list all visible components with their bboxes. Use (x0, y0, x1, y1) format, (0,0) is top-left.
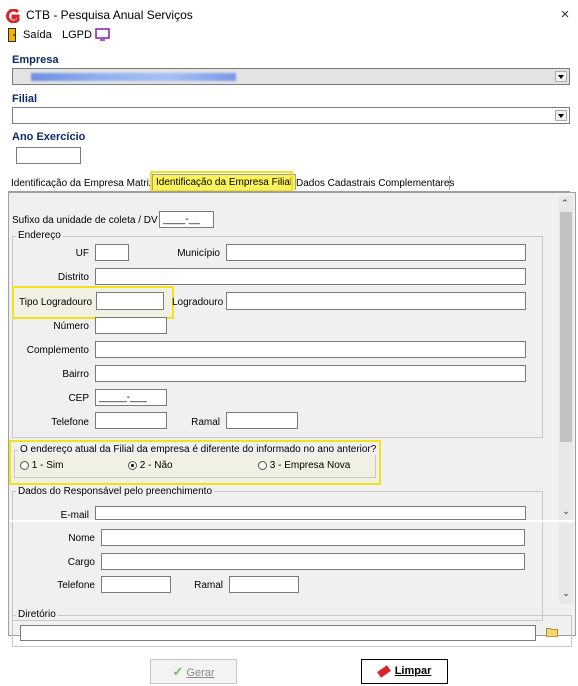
empresa-blurred-value (31, 73, 236, 81)
tab-divider (449, 176, 450, 190)
checkmark-icon: ✓ (172, 664, 184, 679)
sufixo-label: Sufixo da unidade de coleta / DV (12, 215, 158, 226)
numero-input[interactable] (95, 317, 167, 334)
folder-icon[interactable] (546, 627, 558, 637)
logradouro-label: Logradouro (172, 297, 224, 308)
eraser-icon (376, 664, 391, 678)
monitor-icon[interactable] (95, 28, 110, 41)
gerar-label: Gerar (186, 667, 215, 679)
nome-label: Nome (68, 533, 95, 544)
tab-dados-complementares[interactable]: Dados Cadastrais Complementares (296, 178, 454, 189)
filial-label: Filial (12, 93, 38, 105)
scroll-up-icon[interactable]: ⌃ (561, 198, 569, 209)
radio-selected-icon[interactable] (128, 460, 137, 470)
diretorio-label: Diretório (16, 609, 58, 620)
uf-label: UF (75, 248, 89, 259)
app-logo-icon (6, 9, 20, 23)
ramal-resp-label: Ramal (194, 580, 223, 591)
scroll-seam (9, 520, 575, 522)
bairro-input[interactable] (95, 365, 526, 382)
option-2-nao[interactable]: 2 - Não (128, 460, 173, 471)
distrito-label: Distrito (57, 272, 89, 283)
close-button[interactable]: × (555, 5, 575, 25)
radio-icon[interactable] (258, 460, 267, 470)
option-3-label: 3 - Empresa Nova (269, 460, 351, 471)
nome-input[interactable] (101, 529, 525, 546)
uf-input[interactable] (95, 244, 129, 261)
ano-exercicio-label: Ano Exercício (12, 131, 86, 143)
ramal-input[interactable] (226, 412, 298, 429)
exit-door-icon[interactable] (7, 28, 19, 42)
cep-label: CEP (68, 393, 89, 404)
cep-input[interactable]: _____-___ (95, 389, 167, 406)
cargo-label: Cargo (67, 557, 95, 568)
filial-select[interactable] (12, 107, 570, 124)
sufixo-input[interactable]: ____-__ (159, 211, 214, 228)
option-2-label: 2 - Não (139, 460, 173, 471)
logradouro-input[interactable] (226, 292, 526, 310)
bairro-label: Bairro (62, 369, 89, 380)
scrollbar-thumb[interactable] (560, 212, 572, 442)
limpar-button[interactable]: Limpar (361, 659, 448, 684)
option-1-sim[interactable]: 1 - Sim (20, 460, 63, 471)
ano-exercicio-input[interactable] (16, 147, 81, 164)
empresa-select[interactable] (12, 68, 570, 85)
municipio-label: Município (177, 248, 220, 259)
numero-label: Número (53, 321, 89, 332)
municipio-input[interactable] (226, 244, 526, 261)
empresa-label: Empresa (12, 54, 59, 66)
tipo-logradouro-input[interactable] (96, 292, 164, 310)
telefone-resp-input[interactable] (101, 576, 171, 593)
tab-highlight (150, 171, 293, 192)
cargo-input[interactable] (101, 553, 525, 570)
tipo-logradouro-label: Tipo Logradouro (19, 297, 93, 308)
gerar-button[interactable]: ✓ Gerar (150, 659, 237, 684)
chevron-down-icon[interactable] (555, 110, 567, 121)
ramal-resp-input[interactable] (229, 576, 299, 593)
scroll-down-icon[interactable]: ⌄ (559, 506, 573, 518)
endereco-group-title: Endereço (16, 230, 63, 241)
chevron-down-icon[interactable] (555, 71, 567, 82)
radio-icon[interactable] (20, 460, 29, 470)
lgpd-menu-item[interactable]: LGPD (62, 29, 92, 41)
telefone-label: Telefone (51, 417, 89, 428)
option-3-empresa-nova[interactable]: 3 - Empresa Nova (258, 460, 350, 471)
scroll-down-icon-lower[interactable]: ⌄ (559, 588, 573, 600)
email-input[interactable] (95, 506, 526, 520)
limpar-label: Limpar (394, 665, 432, 677)
exit-menu-item[interactable]: Saída (23, 29, 52, 41)
ramal-label: Ramal (191, 417, 220, 428)
diretorio-input[interactable] (20, 625, 536, 641)
question-text: O endereço atual da Filial da empresa é … (18, 444, 379, 455)
option-1-label: 1 - Sim (31, 460, 64, 471)
endereco-group (12, 236, 543, 438)
telefone-resp-label: Telefone (57, 580, 95, 591)
tab-matriz[interactable]: Identificação da Empresa Matriz (11, 178, 154, 189)
responsavel-group-title: Dados do Responsável pelo preenchimento (16, 486, 215, 497)
complemento-input[interactable] (95, 341, 526, 358)
window-title: CTB - Pesquisa Anual Serviços (26, 8, 193, 22)
distrito-input[interactable] (95, 268, 526, 285)
telefone-input[interactable] (95, 412, 167, 429)
complemento-label: Complemento (26, 345, 89, 356)
